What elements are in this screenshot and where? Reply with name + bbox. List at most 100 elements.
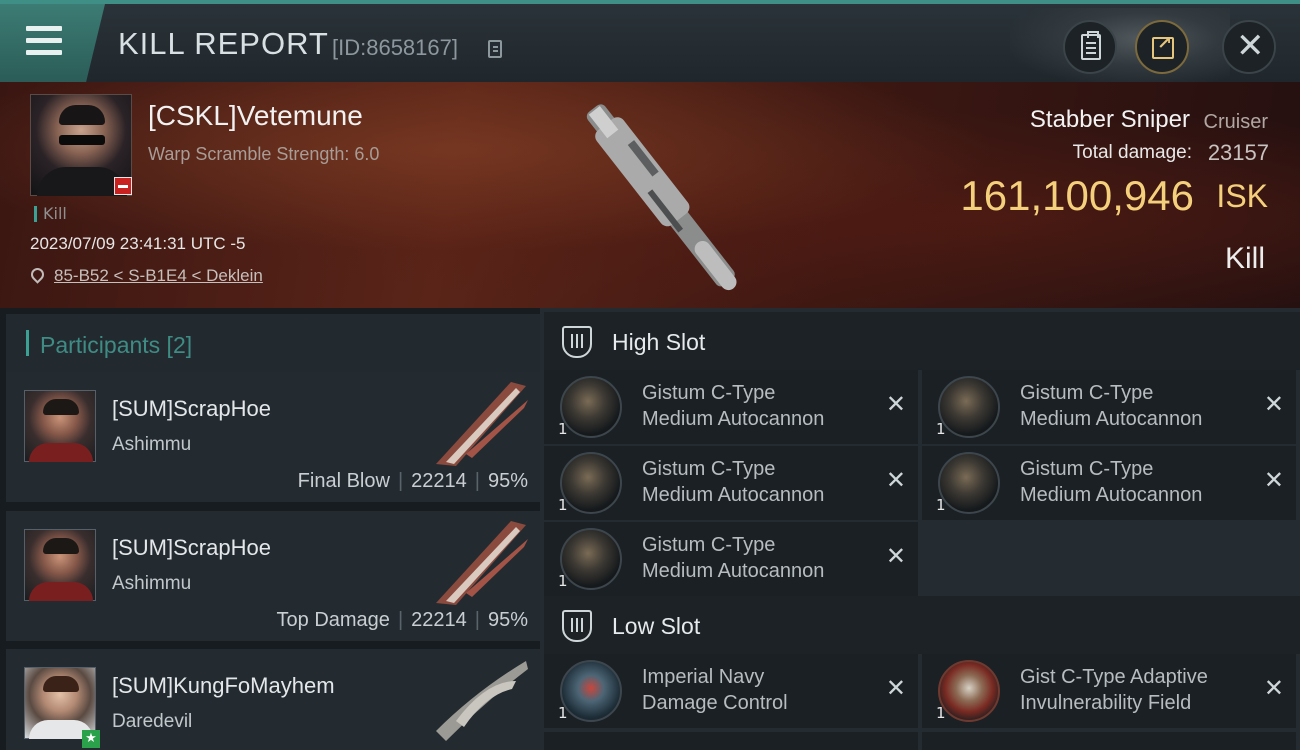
participant-row[interactable]: [SUM]ScrapHoe Ashimmu Final Blow | 22214 | 9… <box>6 372 540 502</box>
x-icon[interactable]: ✕ <box>1264 466 1284 494</box>
participant-ship-render <box>436 521 528 605</box>
ship-name: Stabber Sniper <box>1029 106 1190 133</box>
header-accent <box>26 330 29 356</box>
module-type: Medium Autocannon <box>1020 484 1203 506</box>
x-icon[interactable]: ✕ <box>886 674 906 702</box>
invulnerability-field-icon <box>938 660 1000 722</box>
module-name: Gistum C-Type <box>642 534 776 556</box>
x-icon[interactable]: ✕ <box>886 390 906 418</box>
module-item[interactable]: 1 Gistum C-Type Medium Autocannon ✕ <box>544 370 918 444</box>
participant-stats: Final Blow | 22214 | 95% <box>298 470 528 493</box>
menu-button[interactable] <box>0 4 105 82</box>
module-name: Gistum C-Type <box>642 458 776 480</box>
x-icon[interactable]: ✕ <box>1264 674 1284 702</box>
module-type: Medium Autocannon <box>642 484 825 506</box>
ship-class: Cruiser <box>1203 111 1268 133</box>
participant-stats: Top Damage | 22214 | 95% <box>277 609 528 632</box>
copy-icon[interactable] <box>488 40 502 58</box>
isk-value: 161,100,946 <box>960 172 1194 219</box>
autocannon-icon <box>560 376 622 438</box>
module-item[interactable]: 1 Gist C-Type Adaptive Invulnerability F… <box>922 654 1296 728</box>
module-item-partial[interactable] <box>922 732 1296 750</box>
participant-name: [SUM]ScrapHoe <box>112 535 271 560</box>
participant-percent: 95% <box>487 470 528 492</box>
portrait-shirt <box>29 443 93 462</box>
kill-result: Kill <box>1224 242 1265 275</box>
module-type: Medium Autocannon <box>642 560 825 582</box>
high-slot-header: High Slot <box>544 312 1300 370</box>
module-quantity: 1 <box>936 704 946 722</box>
participant-portrait <box>24 529 96 601</box>
fitting-panel: High Slot 1 Gistum C-Type Medium Autocan… <box>540 308 1300 750</box>
low-slot-title: Low Slot <box>612 613 701 639</box>
module-item[interactable]: 1 Gistum C-Type Medium Autocannon ✕ <box>544 446 918 520</box>
module-name: Imperial Navy <box>642 666 765 688</box>
participant-ship-render <box>436 382 528 466</box>
autocannon-icon <box>938 376 1000 438</box>
total-damage-value: 23157 <box>1207 140 1269 165</box>
report-id: [ID:8658167] <box>332 35 458 60</box>
share-button[interactable] <box>1135 20 1189 74</box>
x-icon[interactable]: ✕ <box>1264 390 1284 418</box>
clipboard-icon <box>1081 31 1101 60</box>
total-damage-label: Total damage: <box>1072 142 1192 163</box>
location-link[interactable]: 85-B52 < S-B1E4 < Deklein <box>54 266 263 286</box>
module-quantity: 1 <box>558 420 568 438</box>
isk-unit: ISK <box>1216 178 1268 214</box>
victim-ship-render <box>586 104 737 291</box>
module-item[interactable]: 1 Gistum C-Type Medium Autocannon ✕ <box>922 370 1296 444</box>
participant-ship: Daredevil <box>112 711 193 732</box>
location-pin-icon <box>28 265 47 284</box>
low-slot-header: Low Slot <box>544 596 1300 654</box>
autocannon-icon <box>560 452 622 514</box>
module-name: Gistum C-Type <box>1020 382 1154 404</box>
hamburger-menu-icon-bar <box>26 50 62 55</box>
kill-datetime: 2023/07/09 23:41:31 UTC -5 <box>30 234 246 253</box>
participant-row[interactable]: ★ [SUM]KungFoMayhem Daredevil <box>6 649 540 750</box>
module-quantity: 1 <box>936 420 946 438</box>
portrait-hair <box>43 676 79 692</box>
close-button[interactable]: ✕ <box>1222 20 1276 74</box>
portrait-hair <box>59 105 105 125</box>
separator: | <box>474 470 480 492</box>
module-item[interactable]: 1 Gistum C-Type Medium Autocannon ✕ <box>922 446 1296 520</box>
module-item[interactable]: 1 Imperial Navy Damage Control ✕ <box>544 654 918 728</box>
participant-ship: Ashimmu <box>112 434 192 455</box>
module-item-partial[interactable] <box>544 732 918 750</box>
separator: | <box>397 470 404 492</box>
module-name: Gist C-Type Adaptive <box>1020 666 1208 688</box>
hamburger-menu-icon <box>26 26 62 31</box>
kill-tag: Kill <box>34 206 67 222</box>
participant-name: [SUM]ScrapHoe <box>112 396 271 421</box>
top-bar: KILL REPORT [ID:8658167] ✕ <box>0 0 1300 86</box>
module-item[interactable]: 1 Gistum C-Type Medium Autocannon ✕ <box>544 522 918 596</box>
x-icon[interactable]: ✕ <box>886 466 906 494</box>
clipboard-button[interactable] <box>1063 20 1117 74</box>
participant-name: [SUM]KungFoMayhem <box>112 673 335 698</box>
participant-portrait <box>24 667 96 739</box>
victim-name[interactable]: [CSKL]Vetemune <box>148 100 363 132</box>
autocannon-icon <box>938 452 1000 514</box>
participant-ship: Ashimmu <box>112 573 192 594</box>
star-icon: ★ <box>82 730 100 748</box>
high-slot-title: High Slot <box>612 329 706 355</box>
participant-role: Top Damage <box>276 609 390 631</box>
participant-ship-render <box>436 661 528 741</box>
module-name: Gistum C-Type <box>1020 458 1154 480</box>
module-quantity: 1 <box>558 572 568 590</box>
damage-control-icon <box>560 660 622 722</box>
module-type: Medium Autocannon <box>1020 408 1203 430</box>
participants-header[interactable]: Participants [2] <box>6 314 540 372</box>
x-icon[interactable]: ✕ <box>886 542 906 570</box>
high-slot-icon <box>562 326 592 358</box>
participant-row[interactable]: [SUM]ScrapHoe Ashimmu Top Damage | 22214 | 9… <box>6 511 540 641</box>
hamburger-menu-icon-bar <box>26 38 62 43</box>
module-quantity: 1 <box>936 496 946 514</box>
portrait-hair <box>43 538 79 554</box>
page-title: KILL REPORT <box>118 26 329 61</box>
close-icon: ✕ <box>1236 26 1265 66</box>
module-type: Damage Control <box>642 692 788 714</box>
victim-banner: [CSKL]Vetemune Warp Scramble Strength: 6… <box>0 82 1300 308</box>
low-slot-icon <box>562 610 592 642</box>
participants-panel: Participants [2] [SUM]ScrapHoe Ashimmu F… <box>0 308 540 750</box>
